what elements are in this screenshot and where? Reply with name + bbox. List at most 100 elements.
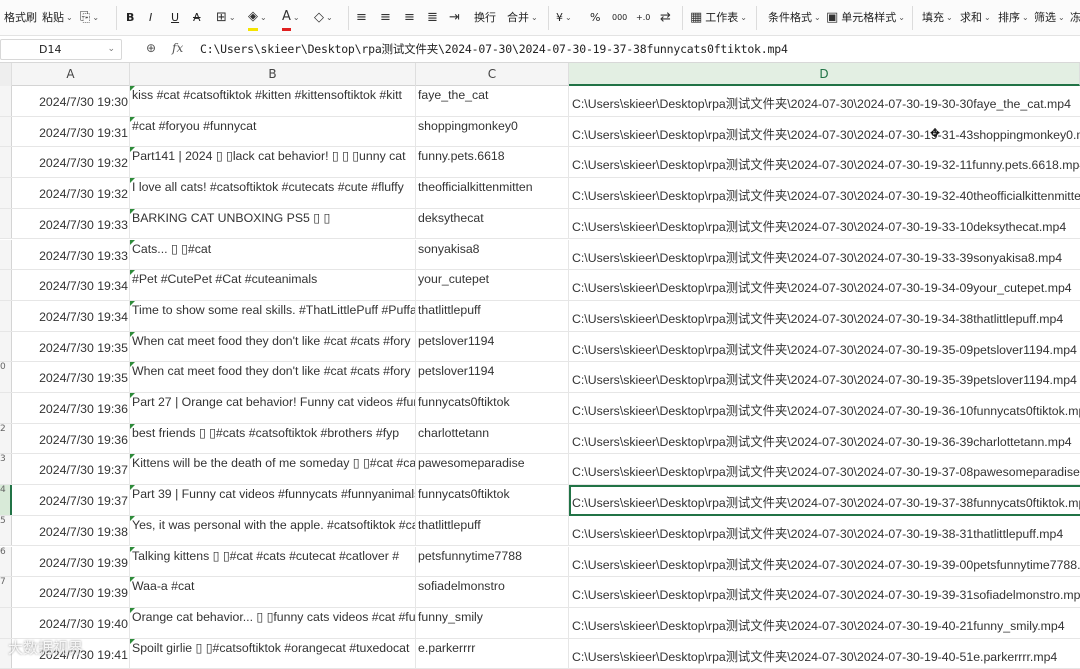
cell-description[interactable]: kiss #cat #catsoftiktok #kitten #kittens… xyxy=(130,86,416,116)
cell-time[interactable]: 2024/7/30 19:30 xyxy=(12,86,130,116)
cell-description[interactable]: Part 39 | Funny cat videos #funnycats #f… xyxy=(130,485,416,515)
cell-description[interactable]: #cat #foryou #funnycat xyxy=(130,116,416,147)
cell-author[interactable]: thatlittlepuff xyxy=(416,515,569,546)
cell-file-path[interactable]: C:\Users\skieer\Desktop\rpa测试文件夹\2024-07… xyxy=(569,209,1080,239)
cell-time[interactable]: 2024/7/30 19:40 xyxy=(12,607,130,638)
cell-file-path[interactable]: C:\Users\skieer\Desktop\rpa测试文件夹\2024-07… xyxy=(569,454,1080,484)
conditional-format-button[interactable]: 条件格式 ⌄ xyxy=(768,7,821,29)
cell-author[interactable]: pawesomeparadise xyxy=(416,454,569,485)
cell-author[interactable]: petslover1194 xyxy=(416,331,569,362)
row-header[interactable] xyxy=(0,147,12,178)
justify-icon[interactable]: ≣ xyxy=(427,7,438,29)
cell-author[interactable]: e.parkerrrr xyxy=(416,638,569,669)
row-header[interactable]: 0 xyxy=(0,362,12,392)
row-header[interactable] xyxy=(0,239,12,270)
row-header[interactable] xyxy=(0,300,12,331)
fill-color-icon[interactable]: ◈ ⌄ xyxy=(248,7,267,31)
cell-description[interactable]: best friends ▯ ▯#cats #catsoftiktok #bro… xyxy=(130,423,416,454)
cell-description[interactable]: When cat meet food they don't like #cat … xyxy=(130,362,416,392)
row-header[interactable] xyxy=(0,86,12,116)
increase-decimal-icon[interactable]: +.0 xyxy=(636,7,650,29)
percent-button[interactable]: % xyxy=(590,7,600,29)
cell-description[interactable]: #Pet #CutePet #Cat #cuteanimals xyxy=(130,270,416,300)
wrap-text-button[interactable]: 换行 xyxy=(474,7,496,29)
cell-description[interactable]: Cats... ▯ ▯#cat xyxy=(130,239,416,270)
cell-author[interactable]: deksythecat xyxy=(416,208,569,239)
cell-time[interactable]: 2024/7/30 19:37 xyxy=(12,454,130,485)
cell-file-path[interactable]: C:\Users\skieer\Desktop\rpa测试文件夹\2024-07… xyxy=(569,270,1080,300)
cell-description[interactable]: Talking kittens ▯ ▯#cat #cats #cutecat #… xyxy=(130,546,416,577)
cell-time[interactable]: 2024/7/30 19:39 xyxy=(12,546,130,577)
cell-author[interactable]: faye_the_cat xyxy=(416,86,569,116)
currency-button[interactable]: ¥ ⌄ xyxy=(556,7,572,29)
column-header-b[interactable]: B xyxy=(130,63,416,86)
select-all-corner[interactable] xyxy=(0,63,12,86)
cell-author[interactable]: sonyakisa8 xyxy=(416,239,569,270)
column-header-a[interactable]: A xyxy=(12,63,130,86)
cell-description[interactable]: Kittens will be the death of me someday … xyxy=(130,454,416,485)
row-header[interactable]: 3 xyxy=(0,454,12,485)
row-header[interactable]: 4 xyxy=(0,485,12,515)
cell-file-path[interactable]: C:\Users\skieer\Desktop\rpa测试文件夹\2024-07… xyxy=(569,117,1080,147)
cell-time[interactable]: 2024/7/30 19:34 xyxy=(12,270,130,300)
cell-description[interactable]: Waa-a #cat xyxy=(130,577,416,607)
cell-description[interactable]: I love all cats! #catsoftiktok #cutecats… xyxy=(130,178,416,208)
cell-file-path[interactable]: C:\Users\skieer\Desktop\rpa测试文件夹\2024-07… xyxy=(569,516,1080,546)
cell-time[interactable]: 2024/7/30 19:35 xyxy=(12,362,130,392)
row-header[interactable]: 7 xyxy=(0,577,12,607)
cell-file-path[interactable]: C:\Users\skieer\Desktop\rpa测试文件夹\2024-07… xyxy=(569,240,1080,270)
cell-style-button[interactable]: ▣ 单元格样式 ⌄ xyxy=(826,7,905,29)
cell-description[interactable]: BARKING CAT UNBOXING PS5 ▯ ▯ xyxy=(130,208,416,239)
cell-description[interactable]: Part141 | 2024 ▯ ▯lack cat behavior! ▯ ▯… xyxy=(130,147,416,178)
align-center-icon[interactable]: ≡ xyxy=(380,7,391,29)
cell-description[interactable]: Spoilt girlie ▯ ▯#catsoftiktok #orangeca… xyxy=(130,638,416,669)
cell-file-path[interactable]: C:\Users\skieer\Desktop\rpa测试文件夹\2024-07… xyxy=(569,147,1080,177)
font-color-icon[interactable]: A ⌄ xyxy=(282,7,300,31)
cell-author[interactable]: petsfunnytime7788 xyxy=(416,546,569,577)
row-header[interactable] xyxy=(0,208,12,239)
indent-icon[interactable]: ⇥ xyxy=(449,7,460,29)
cell-description[interactable]: Time to show some real skills. #ThatLitt… xyxy=(130,300,416,331)
cell-time[interactable]: 2024/7/30 19:33 xyxy=(12,239,130,270)
border-icon[interactable]: ⊞ ⌄ xyxy=(216,7,236,29)
row-header[interactable]: 2 xyxy=(0,423,12,454)
column-header-c[interactable]: C xyxy=(416,63,569,86)
cell-time[interactable]: 2024/7/30 19:36 xyxy=(12,393,130,423)
align-right-icon[interactable]: ≡ xyxy=(404,7,415,29)
cell-author[interactable]: funnycats0ftiktok xyxy=(416,485,569,515)
row-header[interactable]: 6 xyxy=(0,546,12,577)
cell-file-path[interactable]: C:\Users\skieer\Desktop\rpa测试文件夹\2024-07… xyxy=(569,485,1080,515)
sort-button[interactable]: 排序 ⌄ xyxy=(998,7,1029,29)
align-left-icon[interactable]: ≡ xyxy=(356,7,367,29)
cell-author[interactable]: sofiadelmonstro xyxy=(416,577,569,607)
cell-description[interactable]: Yes, it was personal with the apple. #ca… xyxy=(130,515,416,546)
row-header[interactable] xyxy=(0,270,12,300)
row-header[interactable] xyxy=(0,178,12,208)
cell-author[interactable]: shoppingmonkey0 xyxy=(416,116,569,147)
underline-button[interactable]: U xyxy=(171,7,179,29)
cell-time[interactable]: 2024/7/30 19:35 xyxy=(12,331,130,362)
zoom-icon[interactable]: ⊕ xyxy=(146,41,156,55)
cell-description[interactable]: Orange cat behavior... ▯ ▯funny cats vid… xyxy=(130,607,416,638)
format-painter-button[interactable]: 格式刷 xyxy=(4,7,37,29)
row-header[interactable] xyxy=(0,393,12,423)
cell-file-path[interactable]: C:\Users\skieer\Desktop\rpa测试文件夹\2024-07… xyxy=(569,608,1080,638)
cell-file-path[interactable]: C:\Users\skieer\Desktop\rpa测试文件夹\2024-07… xyxy=(569,577,1080,607)
name-box[interactable]: D14 ⌄ xyxy=(0,39,122,60)
formula-input[interactable]: C:\Users\skieer\Desktop\rpa测试文件夹\2024-07… xyxy=(200,41,788,57)
cell-time[interactable]: 2024/7/30 19:32 xyxy=(12,178,130,208)
row-header[interactable] xyxy=(0,116,12,147)
cell-time[interactable]: 2024/7/30 19:36 xyxy=(12,423,130,454)
freeze-button[interactable]: 冻 xyxy=(1070,7,1080,29)
column-header-d[interactable]: D xyxy=(569,63,1080,86)
bold-button[interactable]: B xyxy=(126,7,134,29)
cell-time[interactable]: 2024/7/30 19:32 xyxy=(12,147,130,178)
cell-file-path[interactable]: C:\Users\skieer\Desktop\rpa测试文件夹\2024-07… xyxy=(569,547,1080,577)
paste-button[interactable]: 粘贴 ⌄ xyxy=(42,7,73,29)
cell-file-path[interactable]: C:\Users\skieer\Desktop\rpa测试文件夹\2024-07… xyxy=(569,86,1080,116)
cell-description[interactable]: When cat meet food they don't like #cat … xyxy=(130,331,416,362)
cell-author[interactable]: petslover1194 xyxy=(416,362,569,392)
cell-time[interactable]: 2024/7/30 19:31 xyxy=(12,116,130,147)
format-number-icon[interactable]: ⇄ xyxy=(660,7,671,29)
cell-time[interactable]: 2024/7/30 19:37 xyxy=(12,485,130,515)
